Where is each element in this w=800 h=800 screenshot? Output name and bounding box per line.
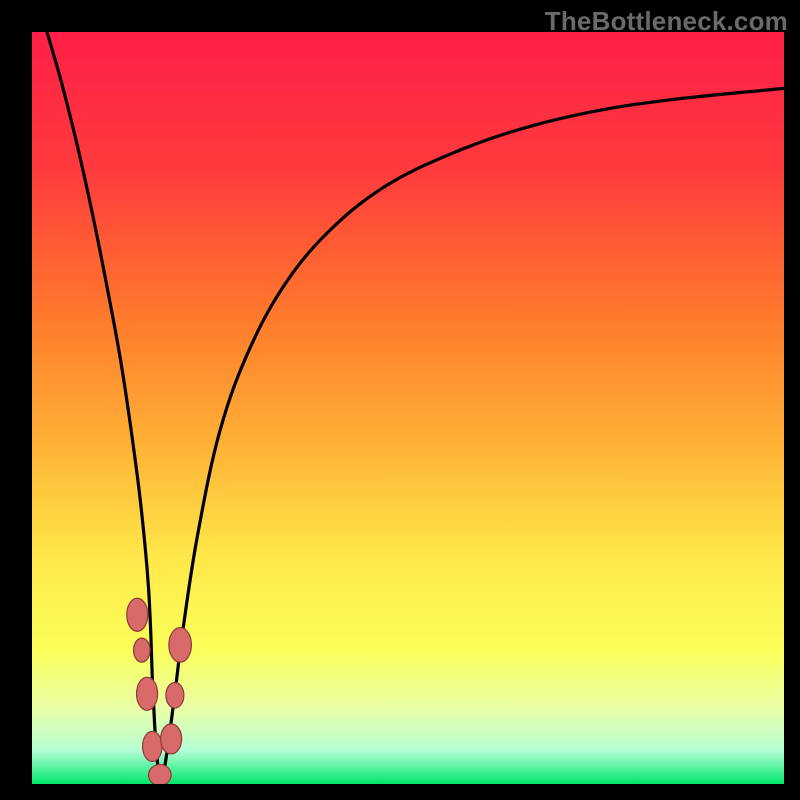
- data-marker: [161, 724, 182, 754]
- watermark-text: TheBottleneck.com: [545, 6, 788, 37]
- data-marker: [166, 682, 184, 708]
- data-marker: [134, 638, 151, 662]
- data-marker: [143, 731, 163, 761]
- data-marker: [127, 598, 148, 631]
- data-marker: [169, 628, 192, 663]
- data-marker: [137, 677, 158, 710]
- plot-area: [32, 32, 784, 784]
- bottleneck-curve-chart: [32, 32, 784, 784]
- chart-frame: TheBottleneck.com: [0, 0, 800, 800]
- data-marker: [149, 764, 172, 784]
